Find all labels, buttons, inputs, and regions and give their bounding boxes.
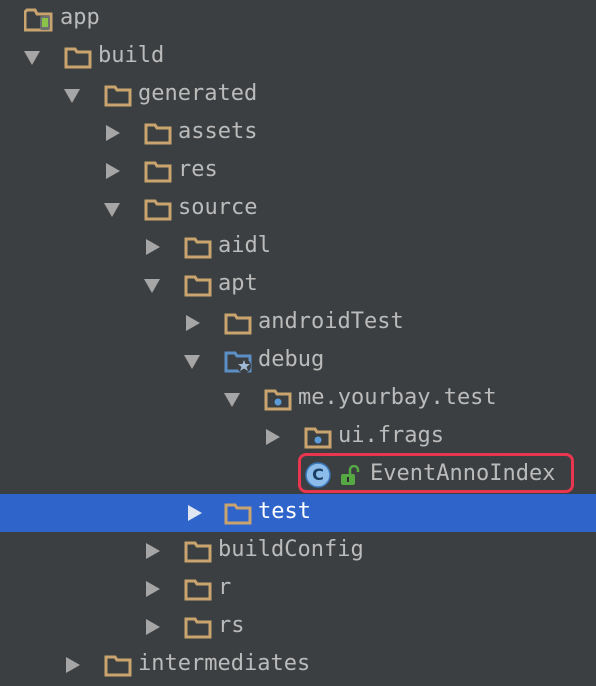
folder-icon: [184, 539, 212, 563]
folder-icon: [184, 235, 212, 259]
chevron-down-icon[interactable]: [24, 51, 40, 65]
tree-label-generated: generated: [138, 81, 258, 106]
tree-row-build[interactable]: build: [0, 38, 596, 76]
tree-label-intermediates: intermediates: [138, 651, 311, 676]
tree-row-generated[interactable]: generated: [0, 76, 596, 114]
tree-label-build: build: [98, 43, 165, 68]
tree-row-androidtest[interactable]: androidTest: [0, 304, 596, 342]
folder-icon: [184, 577, 212, 601]
project-tree: app build generated assets res source ai…: [0, 0, 596, 686]
folder-icon: [224, 501, 252, 525]
folder-icon: [184, 273, 212, 297]
generated-sources-folder-icon: [224, 349, 252, 373]
tree-row-test[interactable]: test: [0, 494, 596, 532]
chevron-down-icon[interactable]: [144, 279, 160, 293]
chevron-down-icon[interactable]: [224, 393, 240, 407]
android-module-icon: [23, 6, 53, 32]
tree-label-package-sub: ui.frags: [338, 423, 444, 448]
tree-row-source[interactable]: source: [0, 190, 596, 228]
highlight-annotation-box: [298, 453, 574, 493]
tree-row-buildconfig[interactable]: buildConfig: [0, 532, 596, 570]
chevron-down-icon[interactable]: [104, 203, 120, 217]
chevron-right-icon[interactable]: [266, 429, 280, 445]
chevron-right-icon[interactable]: [186, 315, 200, 331]
folder-icon: [224, 311, 252, 335]
chevron-down-icon[interactable]: [64, 89, 80, 103]
tree-row-res[interactable]: res: [0, 152, 596, 190]
tree-label-package-main: me.yourbay.test: [298, 385, 497, 410]
tree-label-source: source: [178, 195, 258, 220]
folder-icon: [104, 83, 132, 107]
tree-label-r: r: [218, 575, 232, 600]
package-icon: [264, 387, 292, 411]
chevron-right-icon[interactable]: [146, 543, 160, 559]
package-icon: [304, 425, 332, 449]
chevron-right-icon[interactable]: [146, 619, 160, 635]
tree-label-rs: rs: [218, 613, 245, 638]
tree-label-assets: assets: [178, 119, 258, 144]
tree-label-androidtest: androidTest: [258, 309, 404, 334]
tree-row-debug[interactable]: debug: [0, 342, 596, 380]
tree-row-assets[interactable]: assets: [0, 114, 596, 152]
tree-row-intermediates[interactable]: intermediates: [0, 646, 596, 684]
tree-row-apt[interactable]: apt: [0, 266, 596, 304]
folder-icon: [184, 615, 212, 639]
tree-label-aidl: aidl: [218, 233, 271, 258]
folder-icon: [144, 121, 172, 145]
chevron-right-icon[interactable]: [146, 581, 160, 597]
chevron-right-icon[interactable]: [66, 657, 80, 673]
chevron-right-icon[interactable]: [188, 505, 202, 521]
tree-label-test: test: [258, 499, 311, 524]
folder-icon: [64, 45, 92, 69]
chevron-right-icon[interactable]: [106, 125, 120, 141]
tree-row-aidl[interactable]: aidl: [0, 228, 596, 266]
chevron-down-icon[interactable]: [184, 355, 200, 369]
tree-row-package-sub[interactable]: ui.frags: [0, 418, 596, 456]
tree-label-buildconfig: buildConfig: [218, 537, 364, 562]
tree-label-debug: debug: [258, 347, 325, 372]
chevron-right-icon[interactable]: [106, 163, 120, 179]
tree-row-rs[interactable]: rs: [0, 608, 596, 646]
folder-icon: [144, 197, 172, 221]
folder-icon: [144, 159, 172, 183]
tree-row-r[interactable]: r: [0, 570, 596, 608]
tree-row-app[interactable]: app: [0, 0, 596, 38]
chevron-right-icon[interactable]: [146, 239, 160, 255]
tree-label-app: app: [60, 5, 100, 30]
tree-row-package-main[interactable]: me.yourbay.test: [0, 380, 596, 418]
tree-label-res: res: [178, 157, 218, 182]
folder-icon: [104, 653, 132, 677]
tree-label-apt: apt: [218, 271, 258, 296]
